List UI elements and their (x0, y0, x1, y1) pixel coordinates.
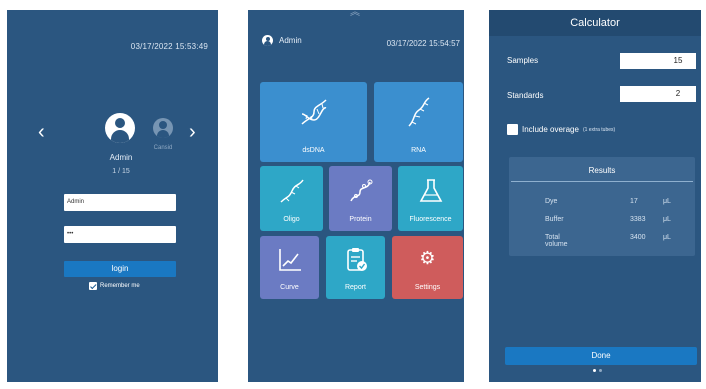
home-datetime: 03/17/2022 15:54:57 (386, 39, 460, 48)
clipboard-check-icon (326, 246, 385, 279)
rna-strand-icon (374, 92, 463, 137)
tile-settings-label: Settings (414, 284, 441, 291)
remember-me-toggle[interactable]: Remember me (89, 282, 140, 290)
samples-input[interactable]: 15 (620, 53, 696, 69)
result-name: Total volume (545, 234, 568, 248)
home-screen: ︽ Admin 03/17/2022 15:54:57 dsDNA RNA Ol… (248, 10, 464, 382)
page-title: Calculator (570, 17, 620, 29)
standards-input[interactable]: 2 (620, 86, 696, 102)
current-user-name: Admin (109, 153, 133, 162)
user-avatar-icon[interactable] (105, 113, 135, 143)
tile-report-label: Report (344, 284, 366, 291)
page-dot[interactable] (599, 369, 602, 372)
calculator-header: Calculator (489, 10, 701, 36)
login-datetime: 03/17/2022 15:53:49 (130, 42, 208, 51)
remember-checkbox[interactable] (89, 282, 97, 290)
chevron-up-icon[interactable]: ︽ (350, 10, 360, 18)
chevron-left-icon[interactable]: ‹ (38, 122, 45, 142)
tile-dsdna[interactable]: dsDNA (260, 82, 367, 162)
results-panel: Results Dye 17 μL Buffer 3383 μL Total v… (509, 157, 695, 256)
chart-line-icon (260, 246, 319, 279)
overage-checkbox[interactable] (507, 124, 518, 135)
done-button[interactable]: Done (505, 347, 697, 365)
tile-oligo-label: Oligo (283, 216, 300, 223)
result-unit: μL (663, 234, 671, 241)
remember-label: Remember me (100, 283, 140, 289)
calculator-screen: Calculator Samples 15 Standards 2 Includ… (489, 10, 701, 382)
tile-curve-label: Curve (280, 284, 299, 291)
result-unit: μL (663, 216, 671, 223)
overage-label: Include overage (522, 125, 579, 134)
tile-fluorescence-label: Fluorescence (409, 216, 452, 223)
result-value: 3383 (630, 216, 646, 223)
result-value: 3400 (630, 234, 646, 241)
password-field[interactable]: ••• (64, 226, 176, 243)
tile-rna[interactable]: RNA (374, 82, 463, 162)
username-field[interactable]: Admin (64, 194, 176, 211)
tile-report[interactable]: Report (326, 236, 385, 299)
user-pager: 1 / 15 (112, 168, 130, 175)
user-indicator: Admin (262, 35, 302, 46)
tile-settings[interactable]: ⚙ Settings (392, 236, 463, 299)
user-icon (262, 35, 273, 46)
chevron-right-icon[interactable]: › (189, 122, 196, 142)
protein-icon (329, 176, 392, 211)
dna-helix-icon (260, 92, 367, 137)
standards-label: Standards (507, 91, 544, 100)
tile-fluorescence[interactable]: Fluorescence (398, 166, 463, 231)
result-unit: μL (663, 198, 671, 205)
gear-icon: ⚙ (419, 248, 436, 268)
other-user-name: Cansid (153, 145, 173, 151)
user-label: Admin (279, 36, 302, 45)
tile-rna-label: RNA (411, 147, 426, 154)
login-screen: 03/17/2022 15:53:49 ‹ › Admin Cansid 1 /… (7, 10, 218, 382)
tile-dsdna-label: dsDNA (302, 147, 325, 154)
tile-protein[interactable]: Protein (329, 166, 392, 231)
include-overage-toggle[interactable]: Include overage (1 extra tubes) (507, 124, 615, 135)
user-avatar-secondary-icon[interactable] (153, 118, 173, 138)
samples-label: Samples (507, 56, 539, 65)
tile-protein-label: Protein (349, 216, 372, 223)
tile-oligo[interactable]: Oligo (260, 166, 323, 231)
results-title: Results (588, 166, 616, 175)
page-dot-active[interactable] (593, 369, 596, 372)
result-value: 17 (630, 198, 638, 205)
result-name: Dye (545, 198, 558, 205)
results-divider (511, 181, 693, 182)
tile-curve[interactable]: Curve (260, 236, 319, 299)
login-button[interactable]: login (64, 261, 176, 277)
oligo-icon (260, 176, 323, 211)
page-indicator (593, 369, 602, 372)
overage-note: (1 extra tubes) (582, 126, 616, 133)
flask-icon (398, 176, 463, 211)
result-name: Buffer (545, 216, 564, 223)
